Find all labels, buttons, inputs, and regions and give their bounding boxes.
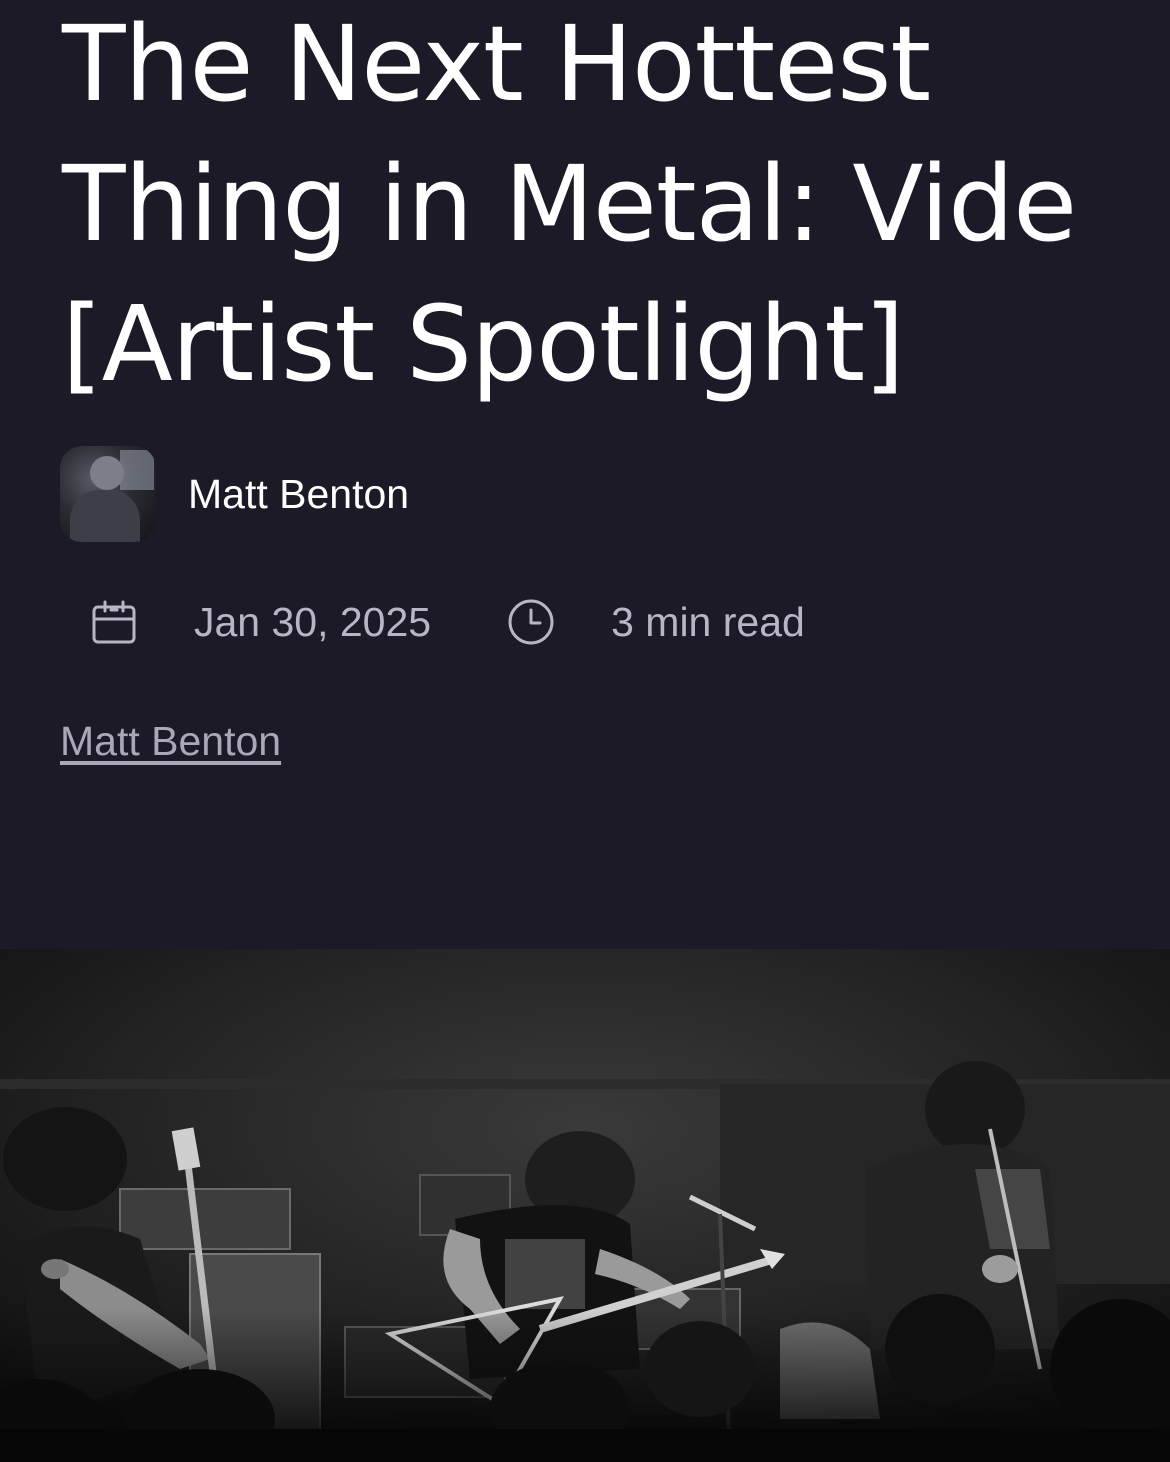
author-link[interactable]: Matt Benton [60, 718, 281, 765]
author-row[interactable]: Matt Benton [60, 446, 409, 542]
clock-icon [507, 598, 555, 646]
publish-date: Jan 30, 2025 [194, 598, 432, 645]
author-name[interactable]: Matt Benton [188, 471, 409, 518]
hero-image [0, 949, 1170, 1462]
read-time: 3 min read [611, 598, 805, 645]
author-avatar[interactable] [60, 446, 156, 542]
concert-photo [0, 949, 1170, 1462]
article-title: The Next Hottest Thing in Metal: Vide [A… [62, 3, 1077, 405]
calendar-icon [90, 598, 138, 646]
article-meta: Jan 30, 2025 3 min read [90, 598, 805, 646]
article-page: The Next Hottest Thing in Metal: Vide [A… [0, 0, 1170, 1462]
